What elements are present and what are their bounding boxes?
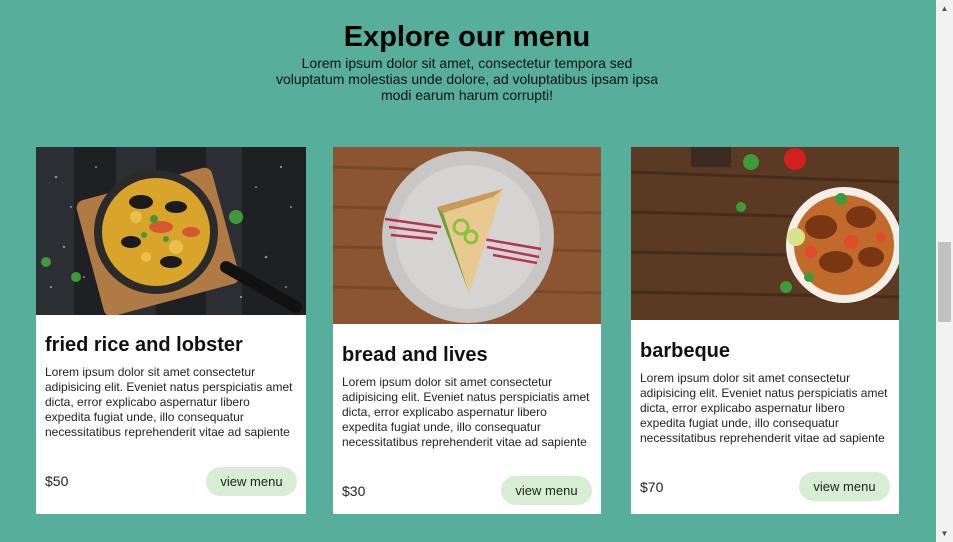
arrow-up-icon[interactable]: ▲ [936, 0, 953, 17]
menu-card-bread: bread and lives Lorem ipsum dolor sit am… [333, 147, 601, 514]
view-menu-button[interactable]: view menu [501, 476, 592, 505]
dish-photo-paella [36, 147, 306, 315]
arrow-down-icon[interactable]: ▼ [936, 525, 953, 542]
menu-card-fried-rice: fried rice and lobster Lorem ipsum dolor… [36, 147, 306, 514]
scrollbar-thumb[interactable] [938, 242, 951, 322]
view-menu-button[interactable]: view menu [206, 467, 297, 496]
card-price: $30 [342, 483, 366, 499]
card-title: barbeque [640, 340, 731, 362]
card-description: Lorem ipsum dolor sit amet consectetur a… [640, 371, 888, 445]
page-title: Explore our menu [343, 21, 591, 53]
dish-photo-barbeque [631, 147, 899, 320]
page-subtitle: Lorem ipsum dolor sit amet, consectetur … [275, 55, 659, 103]
card-title: bread and lives [342, 344, 488, 366]
card-price: $70 [640, 479, 664, 495]
dish-photo-sandwich [333, 147, 601, 324]
card-description: Lorem ipsum dolor sit amet consectetur a… [342, 375, 590, 449]
vertical-scrollbar[interactable]: ▲ ▼ [936, 0, 953, 542]
menu-card-barbeque: barbeque Lorem ipsum dolor sit amet cons… [631, 147, 899, 514]
card-price: $50 [45, 473, 69, 489]
view-menu-button[interactable]: view menu [799, 472, 890, 501]
card-description: Lorem ipsum dolor sit amet consectetur a… [45, 365, 293, 439]
card-title: fried rice and lobster [45, 334, 243, 356]
page: Explore our menu Lorem ipsum dolor sit a… [0, 0, 936, 542]
